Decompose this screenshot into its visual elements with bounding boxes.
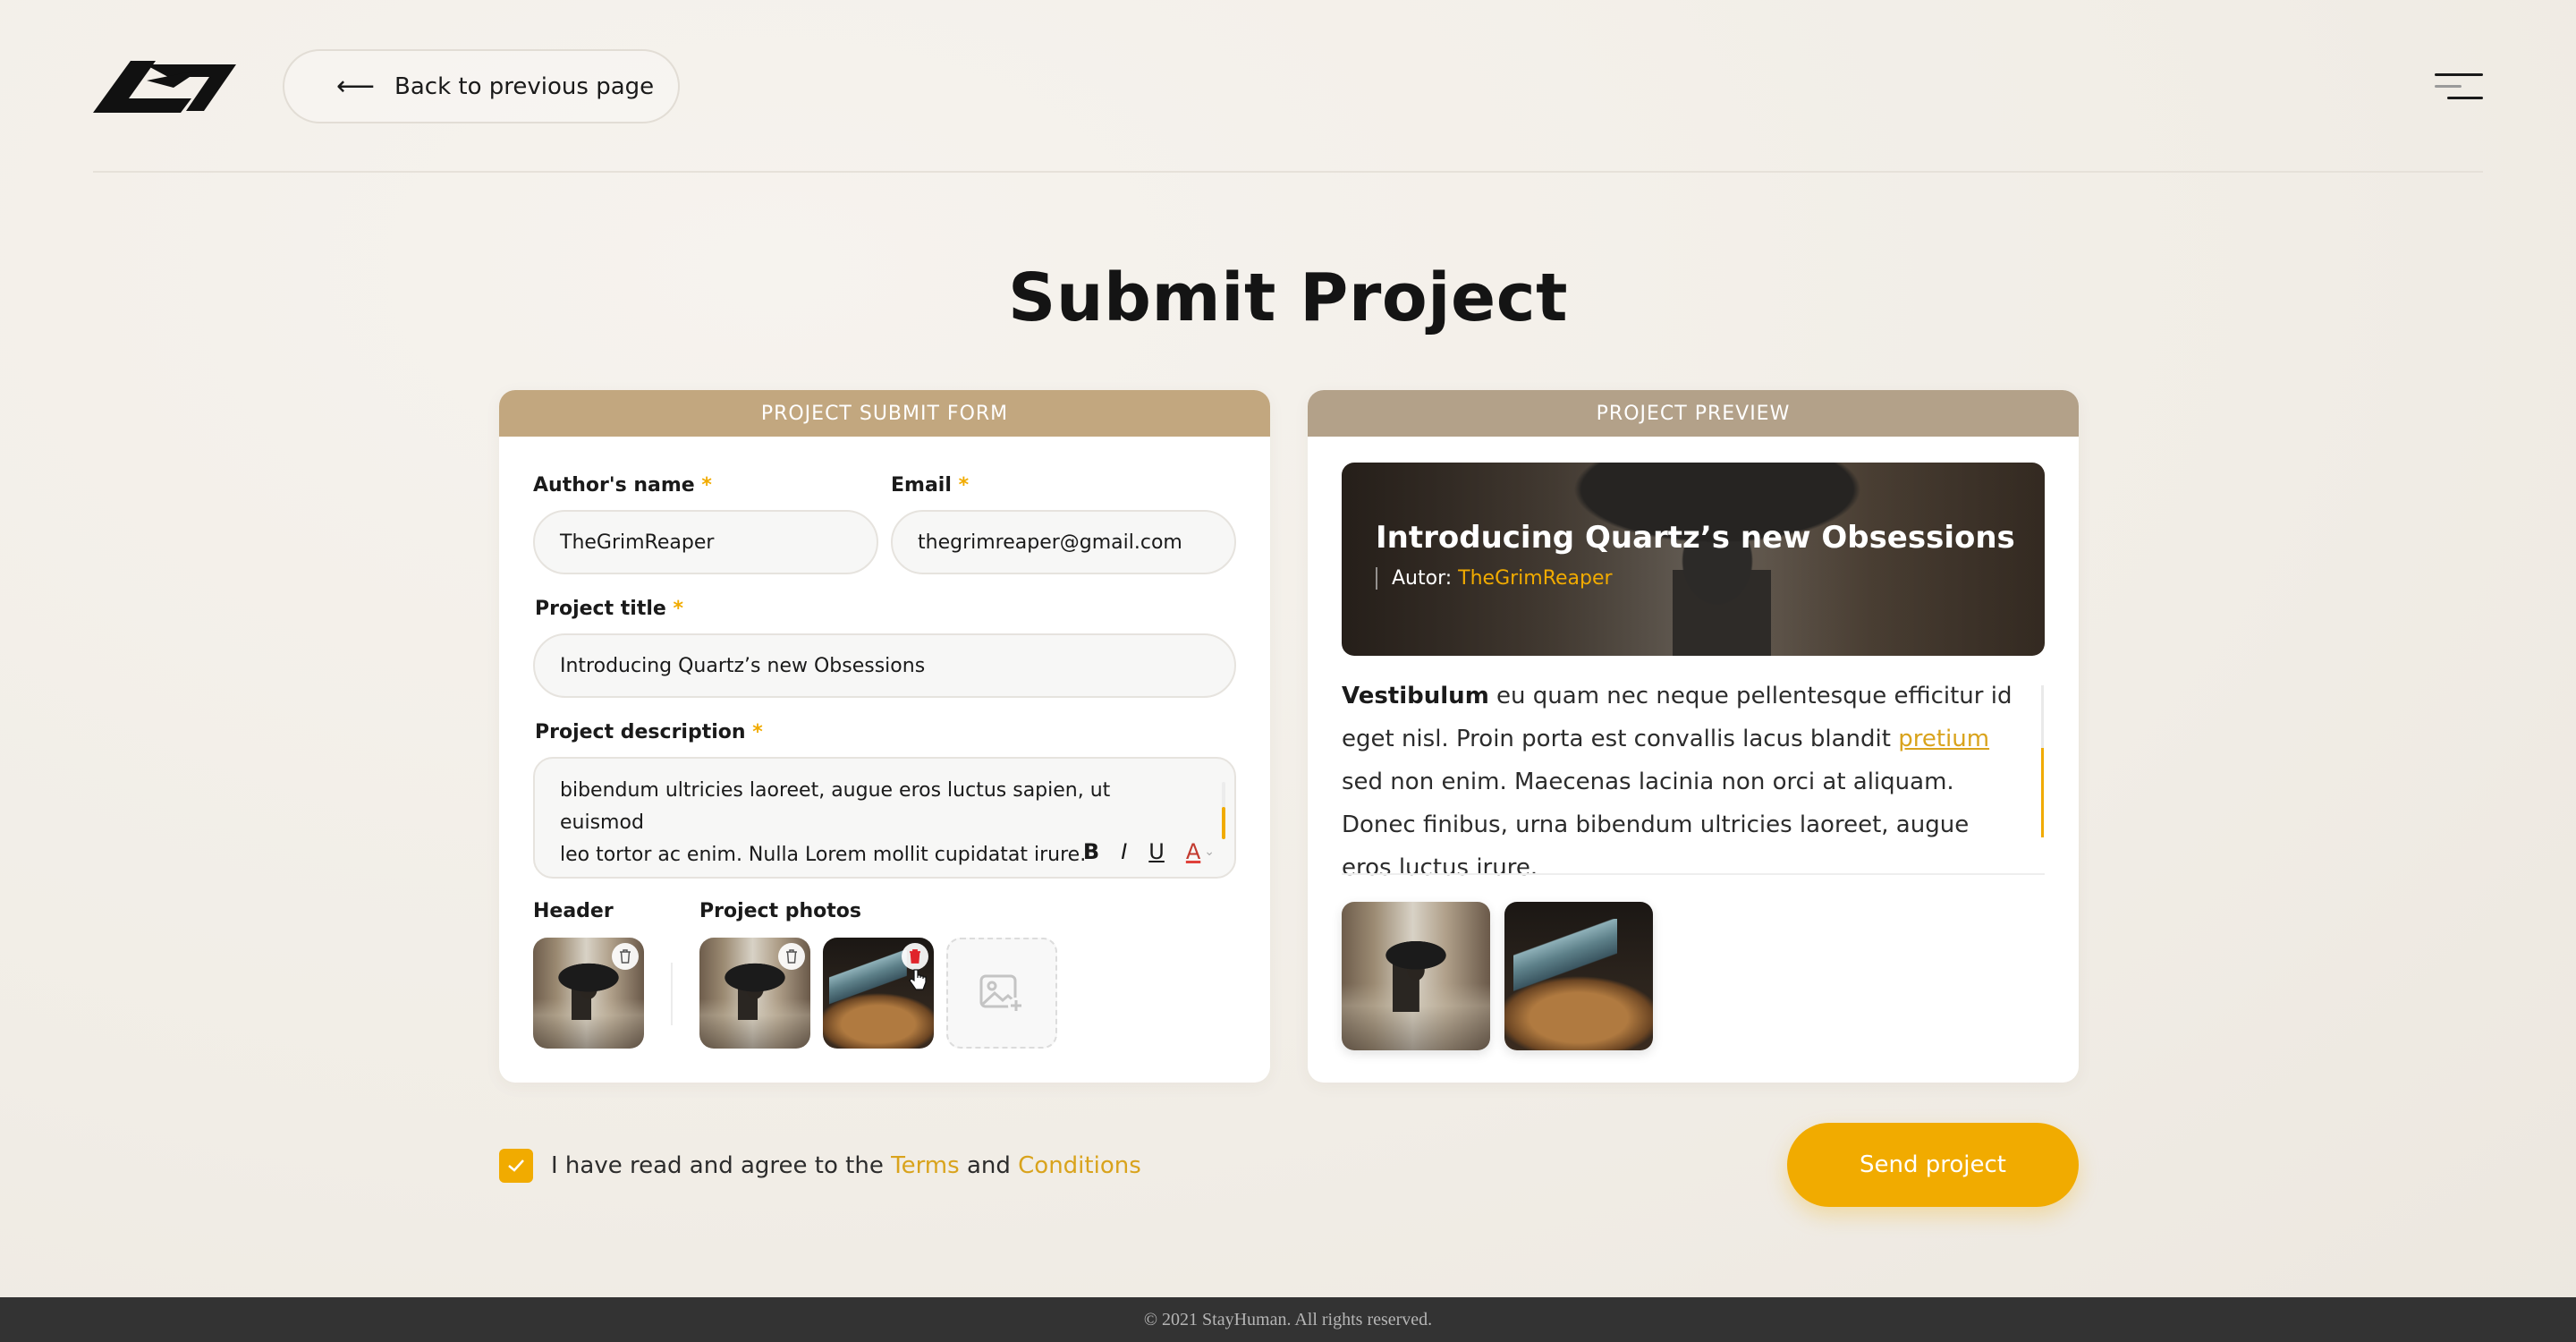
project-description-label: Project description * xyxy=(535,721,763,743)
terms-link[interactable]: Terms xyxy=(891,1152,960,1179)
top-bar: ⟵ Back to previous page xyxy=(0,0,2576,173)
project-preview: PROJECT PREVIEW Introducing Quartz’s new… xyxy=(1308,390,2079,1083)
author-name-field[interactable]: TheGrimReaper xyxy=(533,510,878,574)
preview-description: Vestibulum eu quam nec neque pellentesqu… xyxy=(1342,683,2012,881)
preview-photo xyxy=(1342,902,1490,1050)
header-image-thumbnail xyxy=(533,938,644,1049)
preview-title: Introducing Quartz’s new Obsessions xyxy=(1376,520,2015,556)
preview-photo xyxy=(1504,902,1653,1050)
form-card-header: PROJECT SUBMIT FORM xyxy=(499,390,1270,437)
logo-icon[interactable] xyxy=(93,61,236,113)
footer: © 2021 StayHuman. All rights reserved. xyxy=(0,1297,2576,1342)
project-submit-form: PROJECT SUBMIT FORM Author's name * TheG… xyxy=(499,390,1270,1083)
delete-photo-button-active[interactable] xyxy=(902,943,928,970)
email-label: Email * xyxy=(891,474,970,497)
project-title-label: Project title * xyxy=(535,598,683,620)
trash-icon xyxy=(910,949,920,964)
description-line: bibendum ultricies laoreet, augue eros l… xyxy=(560,779,1111,834)
add-photo-button[interactable] xyxy=(946,938,1057,1049)
back-button-label: Back to previous page xyxy=(394,72,655,100)
chevron-down-icon: ⌄ xyxy=(1204,845,1215,859)
preview-author: Autor: TheGrimReaper xyxy=(1376,567,1613,590)
project-description-editor[interactable]: bibendum ultricies laoreet, augue eros l… xyxy=(533,757,1236,879)
hand-cursor-icon xyxy=(909,969,927,990)
author-name-label: Author's name * xyxy=(533,474,712,497)
header-divider xyxy=(93,171,2483,173)
description-scrollbar[interactable] xyxy=(1222,782,1225,839)
trash-icon xyxy=(786,949,797,964)
project-title-field[interactable]: Introducing Quartz’s new Obsessions xyxy=(533,633,1236,698)
email-field[interactable]: thegrimreaper@gmail.com xyxy=(891,510,1236,574)
text-color-icon: A xyxy=(1185,839,1201,864)
preview-scrollbar[interactable] xyxy=(2041,685,2044,837)
photo-divider xyxy=(671,963,673,1025)
preview-card-header: PROJECT PREVIEW xyxy=(1308,390,2079,437)
bold-button[interactable]: B xyxy=(1083,836,1099,868)
preview-divider xyxy=(1342,873,2045,875)
project-photos-label: Project photos xyxy=(699,900,862,922)
text-color-dropdown[interactable]: A ⌄ xyxy=(1186,836,1215,868)
header-image-label: Header xyxy=(533,900,614,922)
add-image-icon xyxy=(979,974,1024,1014)
text-format-toolbar: B I U A ⌄ xyxy=(1083,836,1215,868)
arrow-left-icon: ⟵ xyxy=(336,70,376,102)
project-photo-thumbnail xyxy=(823,938,934,1049)
page-title: Submit Project xyxy=(1008,259,1568,336)
copyright-text: © 2021 StayHuman. All rights reserved. xyxy=(1143,1309,1433,1329)
conditions-link[interactable]: Conditions xyxy=(1018,1152,1141,1179)
checkmark-icon xyxy=(508,1159,524,1172)
trash-icon xyxy=(620,949,631,964)
terms-agreement: I have read and agree to the Terms and C… xyxy=(499,1149,1141,1183)
pretium-link[interactable]: pretium xyxy=(1898,726,1989,752)
underline-button[interactable]: U xyxy=(1148,836,1165,868)
italic-button[interactable]: I xyxy=(1121,836,1127,868)
back-button[interactable]: ⟵ Back to previous page xyxy=(283,49,680,123)
delete-header-image-button[interactable] xyxy=(612,943,639,970)
preview-hero-image: Introducing Quartz’s new Obsessions Auto… xyxy=(1342,463,2045,656)
send-project-button[interactable]: Send project xyxy=(1787,1123,2079,1207)
terms-text: I have read and agree to the Terms and C… xyxy=(551,1152,1141,1179)
project-photo-thumbnail xyxy=(699,938,810,1049)
delete-photo-button[interactable] xyxy=(778,943,805,970)
hamburger-menu-icon[interactable] xyxy=(2435,73,2483,100)
terms-checkbox[interactable] xyxy=(499,1149,533,1183)
